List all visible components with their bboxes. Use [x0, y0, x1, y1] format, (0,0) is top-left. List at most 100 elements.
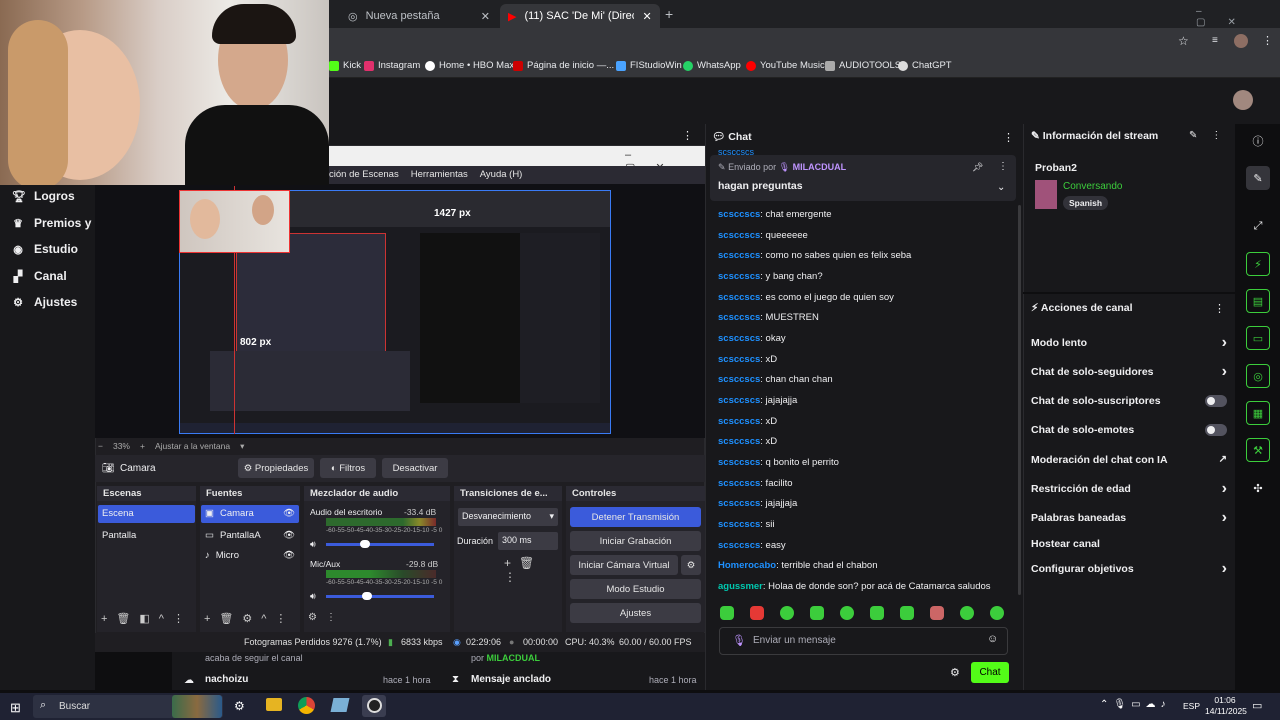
chat-username[interactable]: scsccscs: [718, 395, 760, 406]
chevron-right-icon[interactable]: ›: [1222, 510, 1227, 526]
notification-icon[interactable]: ▭: [1252, 699, 1262, 712]
volume-slider[interactable]: [326, 595, 434, 598]
emote-icon[interactable]: [780, 606, 794, 620]
bookmark-fistudio[interactable]: FIStudioWin: [616, 60, 682, 71]
tray-icons[interactable]: ⌃🎙︎▭☁♪: [1100, 699, 1171, 710]
emote-icon[interactable]: [990, 606, 1004, 620]
emoji-icon[interactable]: ☺: [987, 633, 998, 645]
emote-icon[interactable]: [750, 606, 764, 620]
volume-slider[interactable]: [326, 543, 434, 546]
more-icon[interactable]: ⋮: [998, 161, 1008, 172]
bookmark-audiotools[interactable]: AUDIOTOOLS: [825, 60, 901, 71]
chat-username[interactable]: scsccscs: [718, 354, 760, 365]
chat-username[interactable]: scsccscs: [718, 436, 760, 447]
chat-message[interactable]: scsccscs: facilito: [718, 478, 793, 489]
gear-icon[interactable]: ⚙: [681, 555, 701, 575]
nav-canal[interactable]: ▞ Canal: [12, 269, 67, 283]
mixer-toolbar[interactable]: ⚙⋮: [308, 612, 345, 623]
stream-info-controls[interactable]: ✎⋮: [1189, 130, 1235, 141]
lightning-icon[interactable]: ⚡︎: [1246, 252, 1270, 276]
send-chat-button[interactable]: Chat: [971, 662, 1009, 683]
chat-username[interactable]: scsccscs: [718, 271, 760, 282]
info-icon[interactable]: ⓘ: [1246, 129, 1270, 153]
stream-category[interactable]: Conversando: [1063, 181, 1122, 192]
tab-youtube[interactable]: ▶ (11) SAC 'De Mi' (Directed by F ✕: [500, 4, 660, 28]
pin-icon[interactable]: 📌︎: [972, 162, 983, 173]
chat-username[interactable]: scsccscs: [718, 374, 760, 385]
stop-stream-button[interactable]: Detener Transmisión: [570, 507, 701, 527]
chat-username[interactable]: scsccscs: [718, 416, 760, 427]
menu-herramientas[interactable]: Herramientas: [411, 169, 468, 184]
more-icon[interactable]: ⋮: [1214, 302, 1225, 315]
tab-new[interactable]: ◎ Nueva pestaña ✕: [340, 4, 498, 28]
emote-icon[interactable]: [720, 606, 734, 620]
wrench-icon[interactable]: ⚒: [1246, 438, 1270, 462]
chat-username[interactable]: scsccscs: [718, 540, 760, 551]
chat-username[interactable]: scsccscs: [718, 312, 760, 323]
pencil-icon[interactable]: ✎: [1246, 166, 1270, 190]
chat-message[interactable]: scsccscs: xD: [718, 354, 777, 365]
chat-message[interactable]: scsccscs: y bang chan?: [718, 271, 823, 282]
chevron-down-icon[interactable]: ⌄: [997, 182, 1005, 193]
close-icon[interactable]: ✕: [481, 10, 490, 23]
studio-mode-button[interactable]: Modo Estudio: [570, 579, 701, 599]
profile-avatar[interactable]: [1234, 34, 1248, 48]
chat-message[interactable]: scsccscs: q bonito el perrito: [718, 457, 839, 468]
expand-icon[interactable]: ⤢: [1246, 214, 1270, 238]
scene-item[interactable]: Escena: [98, 505, 195, 523]
settings-app-icon[interactable]: ⚙: [234, 699, 245, 713]
transition-select[interactable]: Desvanecimiento ▾: [458, 508, 558, 526]
bookmark-whatsapp[interactable]: WhatsApp: [683, 60, 741, 71]
bookmark-chatgpt[interactable]: ChatGPT: [898, 60, 952, 71]
channel-action-item[interactable]: Configurar objetivos ›: [1031, 561, 1227, 577]
bookmark-kick[interactable]: Kick: [329, 60, 361, 71]
chat-username[interactable]: scsccscs: [718, 209, 760, 220]
chat-username[interactable]: agussmer: [718, 581, 763, 592]
nav-ajustes[interactable]: ⚙ Ajustes: [12, 295, 77, 309]
chat-message[interactable]: scsccscs: queeeeee: [718, 230, 808, 241]
filters-button[interactable]: ◐ Filtros: [320, 458, 376, 478]
chat-bubble-icon[interactable]: ▭: [1246, 326, 1270, 350]
stream-tag[interactable]: Spanish: [1063, 196, 1109, 210]
channel-action-item[interactable]: Modo lento ›: [1031, 335, 1227, 351]
chat-message[interactable]: Homerocabo: terrible chad el chabon: [718, 560, 877, 571]
speaker-icon[interactable]: 🔊︎: [310, 591, 316, 602]
sources-toolbar[interactable]: +🗑︎⚙^⋮: [204, 612, 295, 625]
chat-message[interactable]: scsccscs: xD: [718, 416, 777, 427]
chevron-right-icon[interactable]: ›: [1222, 364, 1227, 380]
chat-message[interactable]: scsccscs: jajajjaja: [718, 498, 797, 509]
emote-icon[interactable]: [960, 606, 974, 620]
channel-action-item[interactable]: Palabras baneadas ›: [1031, 510, 1227, 526]
broadcast-icon[interactable]: ◎: [1246, 364, 1270, 388]
toggle-switch[interactable]: [1205, 395, 1227, 407]
pinned-message[interactable]: ✎ Enviado por 🎙︎ MILACDUAL hagan pregunt…: [710, 155, 1016, 201]
chat-username[interactable]: scsccscs: [718, 478, 760, 489]
category-art[interactable]: [1035, 180, 1057, 209]
media-icon[interactable]: ≡: [1212, 35, 1218, 46]
chat-username[interactable]: scsccscs: [718, 498, 760, 509]
emote-icon[interactable]: [810, 606, 824, 620]
settings-button[interactable]: Ajustes: [570, 603, 701, 623]
fit-window[interactable]: Ajustar a la ventana: [155, 441, 230, 451]
emote-icon[interactable]: [870, 606, 884, 620]
extensions-icon[interactable]: ✣: [1246, 476, 1270, 500]
chat-message[interactable]: scsccscs: es como el juego de quien soy: [718, 292, 894, 303]
chat-message[interactable]: scsccscs: chat emergente: [718, 209, 832, 220]
chat-username[interactable]: scsccscs: [718, 292, 760, 303]
channel-action-item[interactable]: Chat de solo-emotes: [1031, 424, 1227, 436]
channel-action-item[interactable]: Moderación del chat con IA ↗: [1031, 454, 1227, 466]
follower-name[interactable]: nachoizu: [205, 674, 248, 685]
clock[interactable]: 01:06 14/11/2025: [1205, 695, 1247, 717]
document-icon[interactable]: ▤: [1246, 289, 1270, 313]
speaker-icon[interactable]: 🔊︎: [310, 539, 316, 550]
emote-icon[interactable]: [930, 606, 944, 620]
chat-username[interactable]: scsccscs: [718, 230, 760, 241]
menu-escenas[interactable]: ción de Escenas: [329, 169, 399, 184]
chat-input[interactable]: 🎙︎ Enviar un mensaje ☺: [719, 627, 1008, 655]
star-icon[interactable]: ☆: [1178, 34, 1189, 48]
window-controls[interactable]: –▢✕: [1196, 6, 1280, 28]
chat-message[interactable]: scsccscs: sii: [718, 519, 775, 530]
new-tab-button[interactable]: +: [665, 6, 673, 22]
chevron-right-icon[interactable]: ›: [1222, 561, 1227, 577]
chat-scrollbar[interactable]: [1018, 205, 1021, 595]
